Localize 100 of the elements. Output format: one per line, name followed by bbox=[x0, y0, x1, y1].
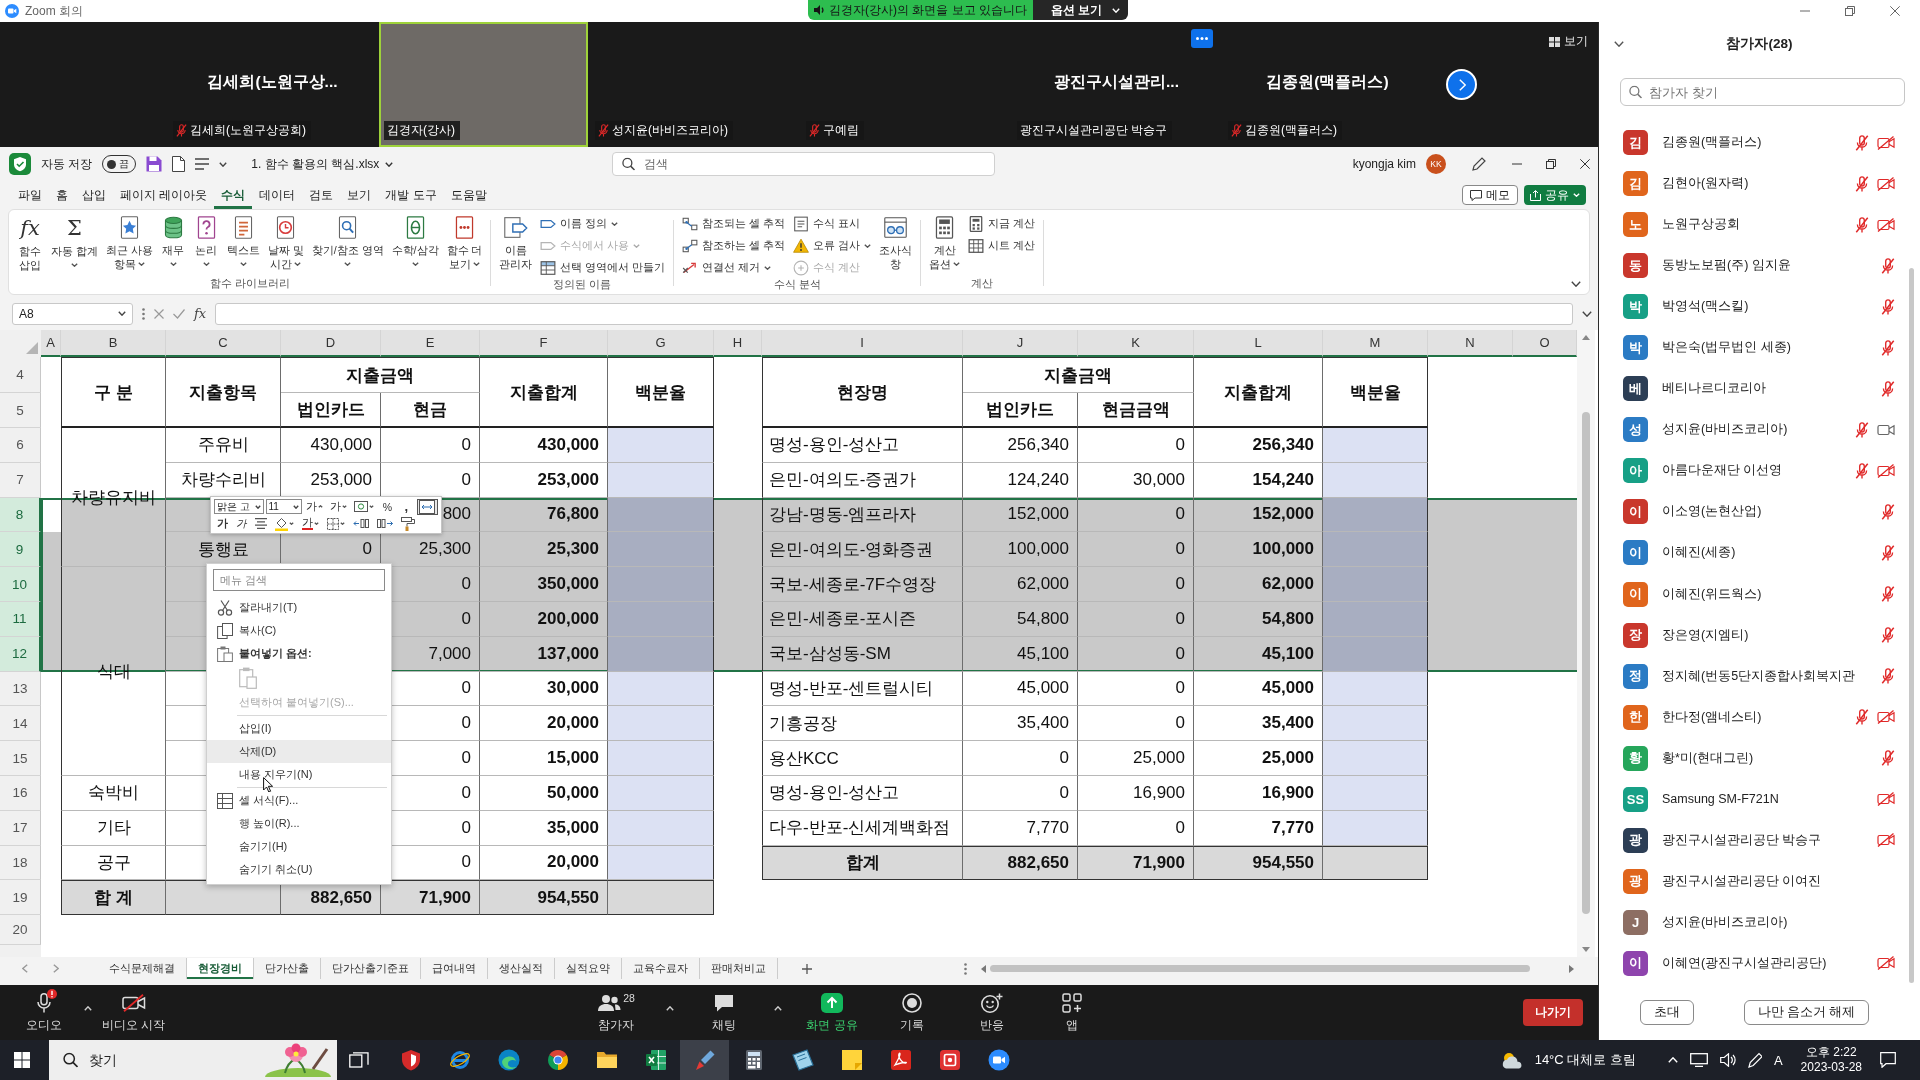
row-header[interactable]: 11 bbox=[0, 602, 41, 637]
ribbon-button[interactable]: 재무 bbox=[156, 214, 190, 272]
ribbon-button[interactable]: 수식 표시 bbox=[793, 214, 872, 234]
insert-function-button[interactable]: fx bbox=[194, 306, 207, 321]
scroll-thumb[interactable] bbox=[1582, 412, 1590, 914]
cancel-icon[interactable] bbox=[154, 308, 164, 319]
footer-button[interactable]: 초대 bbox=[1639, 999, 1694, 1025]
more-button[interactable] bbox=[1191, 29, 1213, 48]
ribbon-button[interactable]: 참조되는 셀 추적 bbox=[682, 214, 786, 234]
ribbon-tab[interactable]: 삽입 bbox=[75, 181, 113, 209]
restore-icon[interactable] bbox=[1546, 159, 1556, 169]
row-header[interactable]: 19 bbox=[0, 880, 41, 916]
ribbon-tab[interactable]: 개발 도구 bbox=[378, 181, 444, 209]
ribbon-tab[interactable]: 보기 bbox=[340, 181, 379, 209]
chevron-icon[interactable] bbox=[1614, 41, 1624, 47]
column-header[interactable]: H bbox=[714, 330, 762, 357]
weather-text[interactable]: 14°C 대체로 흐림 bbox=[1534, 1051, 1636, 1069]
sheet-tab[interactable]: 단가산출기준표 bbox=[321, 958, 421, 979]
ribbon-button[interactable]: 찾기/참조 영역 bbox=[307, 214, 388, 272]
column-header[interactable]: M bbox=[1323, 330, 1428, 357]
toolbar-button[interactable]: , bbox=[397, 498, 415, 515]
menu-item[interactable]: 삭제(D) bbox=[207, 740, 391, 763]
toolbar-button[interactable] bbox=[398, 515, 418, 532]
row-header[interactable]: 14 bbox=[0, 706, 41, 742]
monitor-icon[interactable] bbox=[1689, 1053, 1708, 1067]
row-header[interactable]: 17 bbox=[0, 810, 41, 846]
row-header[interactable]: 9 bbox=[0, 532, 41, 568]
sheet-tab[interactable]: 현장경비 bbox=[187, 958, 254, 979]
ribbon-button[interactable]: 연결선 제거 bbox=[682, 258, 786, 278]
video-button[interactable]: 비디오 시작 bbox=[102, 992, 166, 1033]
column-header[interactable]: O bbox=[1513, 330, 1577, 357]
scroll-thumb[interactable] bbox=[990, 965, 1530, 972]
row-header[interactable]: 5 bbox=[0, 393, 41, 428]
column-header[interactable]: J bbox=[963, 330, 1078, 357]
ribbon-button[interactable]: 조사식 창 bbox=[875, 214, 917, 272]
leave-button[interactable]: 나가기 bbox=[1523, 999, 1583, 1026]
row-header[interactable]: 12 bbox=[0, 636, 41, 672]
ribbon-button[interactable]: 시트 계산 bbox=[968, 236, 1035, 256]
participant-name[interactable]: 장은영(지엠티) bbox=[1662, 626, 1867, 644]
participant-name[interactable]: 이혜연(광진구시설관리공단) bbox=[1662, 954, 1863, 972]
down-arrow-icon[interactable] bbox=[1582, 947, 1590, 952]
participant-name[interactable]: 정지혜(번동5단지종합사회복지관 bbox=[1662, 667, 1867, 685]
share-button[interactable]: 공유 bbox=[1524, 185, 1586, 205]
name-box[interactable]: A8 bbox=[12, 302, 133, 325]
audio-button[interactable]: 오디오 bbox=[14, 992, 74, 1033]
sheet-tab[interactable]: 실적요약 bbox=[555, 958, 622, 979]
ribbon-button[interactable]: 텍스트 bbox=[222, 214, 264, 272]
ribbon-button[interactable]: 선택 영역에서 만들기 bbox=[540, 258, 666, 278]
shield-icon[interactable] bbox=[9, 153, 31, 175]
ribbon-tab[interactable]: 검토 bbox=[302, 181, 341, 209]
speaker-icon[interactable] bbox=[1719, 1053, 1736, 1067]
ribbon-button[interactable]: 이름 정의 bbox=[540, 214, 666, 234]
participant-name[interactable]: 김종원(맥플러스) bbox=[1662, 134, 1841, 151]
left-arrow-icon[interactable] bbox=[981, 964, 986, 973]
column-header[interactable]: F bbox=[480, 330, 608, 357]
ribbon-button[interactable]: 날짜 및 시간 bbox=[263, 214, 308, 272]
row-header[interactable]: 15 bbox=[0, 741, 41, 776]
ribbon-button[interactable]: 수학/삼각 bbox=[387, 214, 443, 272]
column-header[interactable]: L bbox=[1194, 330, 1323, 357]
font-size-field[interactable]: 11 bbox=[265, 499, 302, 514]
more-vertical-icon[interactable] bbox=[964, 962, 967, 975]
record-button[interactable]: 기록 bbox=[882, 992, 943, 1033]
column-header[interactable]: D bbox=[281, 330, 381, 357]
row-header[interactable]: 8 bbox=[0, 497, 41, 533]
formula-field[interactable] bbox=[215, 302, 1573, 325]
ribbon-button[interactable]: 계산 옵션 bbox=[925, 214, 965, 272]
caret-icon[interactable] bbox=[219, 161, 228, 167]
ribbon-tab[interactable]: 파일 bbox=[11, 181, 49, 209]
participant-name[interactable]: 성지윤(바비즈코리아) bbox=[1662, 913, 1881, 931]
document-icon[interactable] bbox=[172, 156, 186, 172]
sheet-tab[interactable]: 단가산출 bbox=[254, 958, 321, 979]
row-header[interactable]: 10 bbox=[0, 567, 41, 602]
participant-name[interactable]: 성지윤(바비즈코리아) bbox=[1662, 421, 1841, 439]
participant-name[interactable]: 이혜진(세종) bbox=[1662, 544, 1867, 562]
ribbon-button[interactable]: 오류 검사 bbox=[793, 236, 872, 256]
right-arrow-icon[interactable] bbox=[1569, 964, 1574, 973]
share-button[interactable]: 화면 공유 bbox=[802, 992, 863, 1033]
footer-button[interactable]: 나만 음소거 해제 bbox=[1743, 999, 1870, 1025]
active-cell[interactable] bbox=[41, 497, 61, 533]
row-header[interactable]: 20 bbox=[0, 915, 41, 946]
comments-button[interactable]: 메모 bbox=[1462, 185, 1518, 205]
participant-name[interactable]: 동방노보펌(주) 임지윤 bbox=[1662, 257, 1867, 275]
scroll-thumb[interactable] bbox=[1909, 268, 1914, 983]
toolbar-button[interactable]: % bbox=[378, 498, 396, 515]
row-header[interactable]: 7 bbox=[0, 462, 41, 498]
view-options-button[interactable]: 옵션 보기 bbox=[1033, 0, 1128, 20]
overlapping-squares-icon[interactable] bbox=[349, 1052, 369, 1068]
participant-name[interactable]: 박은숙(법무법인 세종) bbox=[1662, 339, 1867, 357]
participant-name[interactable]: 노원구상공회 bbox=[1662, 216, 1841, 234]
ribbon-button[interactable]: 최근 사용 항목 bbox=[101, 214, 157, 272]
column-header[interactable]: E bbox=[381, 330, 480, 357]
participant-name[interactable]: 광진구시설관리공단 이여진 bbox=[1662, 872, 1881, 890]
search-field[interactable]: 찾기 bbox=[49, 1040, 337, 1080]
sheet-tab[interactable]: 급여내역 bbox=[421, 958, 488, 979]
participant-name[interactable]: 박영석(맥스킬) bbox=[1662, 298, 1867, 316]
search-field[interactable]: 참가자 찾기 bbox=[1620, 78, 1905, 106]
participant-name[interactable]: 광진구시설관리공단 박승구 bbox=[1662, 831, 1863, 849]
ribbon-tab[interactable]: 도움말 bbox=[443, 181, 494, 209]
participant-name[interactable]: 한다정(앰네스티) bbox=[1662, 708, 1841, 726]
ribbon-tab[interactable]: 홈 bbox=[49, 181, 75, 209]
